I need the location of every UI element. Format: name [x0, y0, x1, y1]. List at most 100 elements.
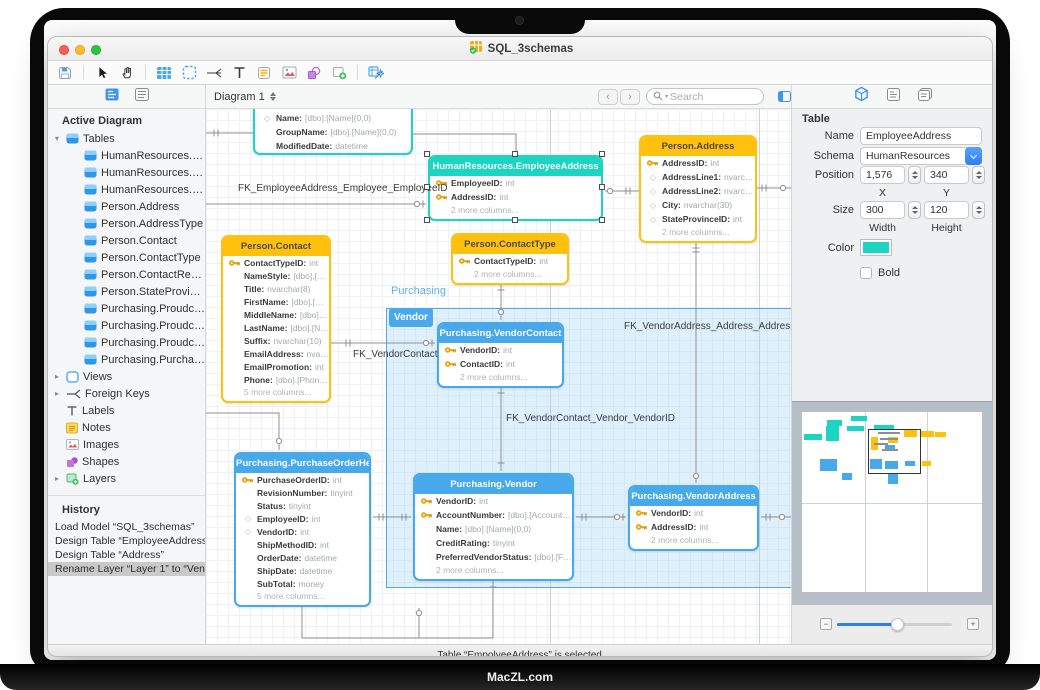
relation-tool-icon[interactable] — [205, 64, 223, 82]
entity-table-header[interactable]: Purchasing.VendorContact — [439, 324, 562, 343]
zoom-slider-knob[interactable] — [891, 618, 904, 631]
sidebar-item-table[interactable]: Person.ContactType — [48, 249, 205, 266]
entity-column[interactable]: OrderDate:datetime — [236, 551, 369, 564]
search-scope-chevron-icon[interactable]: ▾ — [665, 93, 668, 100]
sidebar-item-labels[interactable]: Labels — [48, 402, 205, 419]
size-height-input[interactable] — [924, 201, 969, 219]
fk-relationship-label[interactable]: FK_VendorAddress_Address_AddressID — [624, 321, 791, 332]
more-columns-label[interactable]: 2 more columns... — [630, 534, 757, 549]
entity-column[interactable]: EmailAddress:nvarchar(50) — [223, 347, 329, 360]
entity-table[interactable]: Purchasing.VendorAddressVendorID:intAddr… — [628, 485, 759, 551]
tab-document-inspector-icon[interactable] — [887, 88, 900, 106]
more-columns-label[interactable]: 2 more columns... — [453, 268, 567, 283]
entity-column[interactable]: GroupName:[dbo].[Name](0,0) — [255, 125, 411, 139]
sidebar-item-table[interactable]: Purchasing.ProudctVen... — [48, 317, 205, 334]
entity-column[interactable]: ◇EmployeeID:int — [236, 512, 369, 525]
sidebar-item-table[interactable]: Person.Address — [48, 198, 205, 215]
entity-column[interactable]: ShipDate:datetime — [236, 564, 369, 577]
disclosure-icon[interactable]: ▸ — [52, 372, 62, 381]
entity-column[interactable]: VendorID:int — [415, 494, 572, 508]
search-field[interactable]: ▾ — [646, 88, 764, 105]
entity-column[interactable]: AddressID:int — [641, 156, 755, 170]
more-columns-label[interactable]: 5 more columns... — [236, 590, 369, 605]
entity-column[interactable]: ContactID:int — [439, 357, 562, 371]
sidebar-item-layers[interactable]: ▸Layers — [48, 470, 205, 487]
position-y-stepper[interactable] — [972, 166, 985, 184]
sidebar-item-table[interactable]: HumanResources.Emplo... — [48, 164, 205, 181]
sidebar-item-table[interactable]: Person.Contact — [48, 232, 205, 249]
note-tool-icon[interactable] — [255, 64, 273, 82]
sidebar-item-tables[interactable]: ▾Tables — [48, 130, 205, 147]
minimap[interactable] — [792, 401, 993, 605]
nav-forward-button[interactable]: › — [620, 89, 640, 105]
fk-relationship-label[interactable]: FK_EmployeeAddress_Employee_EmployeeID — [238, 183, 448, 194]
position-x-stepper[interactable] — [908, 166, 921, 184]
generate-sql-icon[interactable] — [367, 64, 385, 82]
entity-column[interactable]: MiddleName:[dbo].[Name]... — [223, 308, 329, 321]
history-item[interactable]: Load Model “SQL_3schemas” — [48, 520, 205, 534]
marquee-select-icon[interactable] — [180, 64, 198, 82]
entity-column[interactable]: ContactTypeID:int — [223, 256, 329, 269]
entity-column[interactable]: ShipMethodID:int — [236, 538, 369, 551]
position-y-input[interactable] — [924, 166, 969, 184]
entity-table[interactable]: Purchasing.VendorVendorID:intAccountNumb… — [413, 473, 574, 581]
entity-table[interactable]: Person.ContactContactTypeID:intNameStyle… — [221, 235, 331, 403]
schema-dropdown-button[interactable] — [965, 147, 982, 165]
entity-table-header[interactable]: Person.Contact — [223, 237, 329, 256]
zoom-in-button[interactable]: + — [967, 618, 979, 630]
more-columns-label[interactable]: 2 more columns... — [415, 564, 572, 579]
entity-column[interactable]: ◇AddressLine1:nvarchar(... — [641, 170, 755, 184]
entity-column[interactable]: Title:nvarchar(8) — [223, 282, 329, 295]
entity-column[interactable]: ◇City:nvarchar(30) — [641, 198, 755, 212]
sidebar-item-shapes[interactable]: Shapes — [48, 453, 205, 470]
sidebar-item-table[interactable]: Person.StateProvince — [48, 283, 205, 300]
color-swatch[interactable] — [860, 239, 892, 256]
selection-handle[interactable] — [512, 217, 518, 223]
entity-column[interactable]: ContactTypeID:int — [453, 254, 567, 268]
entity-column[interactable]: NameStyle:[dbo].[NameSt... — [223, 269, 329, 282]
entity-table-header[interactable]: Purchasing.PurchaseOrderHeader — [236, 454, 369, 473]
entity-column[interactable]: PurchaseOrderID:int — [236, 473, 369, 486]
entity-table[interactable]: ◇Name:[dbo].[Name](0,0)GroupName:[dbo].[… — [253, 109, 413, 155]
nav-back-button[interactable]: ‹ — [598, 89, 618, 105]
entity-column[interactable]: Suffix:nvarchar(10) — [223, 334, 329, 347]
sidebar-item-table[interactable]: Purchasing.ProudctVen... — [48, 334, 205, 351]
selection-handle[interactable] — [424, 151, 430, 157]
new-table-icon[interactable] — [155, 64, 173, 82]
entity-table[interactable]: Person.ContactTypeContactTypeID:int2 mor… — [451, 233, 569, 285]
entity-column[interactable]: ◇AddressLine2:nvarchar(... — [641, 184, 755, 198]
disclosure-icon[interactable]: ▾ — [52, 134, 62, 143]
selection-handle[interactable] — [424, 217, 430, 223]
entity-table[interactable]: Purchasing.PurchaseOrderHeaderPurchaseOr… — [234, 452, 371, 607]
bold-checkbox[interactable] — [860, 267, 872, 279]
entity-column[interactable]: AddressID:int — [430, 190, 601, 204]
shape-tool-icon[interactable] — [305, 64, 323, 82]
entity-column[interactable]: Phone:[dbo].[Phone](0,0) — [223, 373, 329, 386]
entity-table[interactable]: HumanResources.EmployeeAddressEmployeeID… — [428, 155, 603, 221]
entity-table-header[interactable]: Person.Address — [641, 137, 755, 156]
entity-column[interactable]: RevisionNumber:tinyint — [236, 486, 369, 499]
fk-relationship-label[interactable]: FK_VendorContact_Vendor_VendorID — [506, 413, 675, 424]
tab-object-inspector-icon[interactable] — [854, 86, 869, 107]
history-item[interactable]: Rename Layer “Layer 1” to “Vendor” — [48, 562, 205, 576]
entity-table-header[interactable]: Purchasing.Vendor — [415, 475, 572, 494]
position-x-input[interactable] — [860, 166, 905, 184]
selection-handle[interactable] — [599, 217, 605, 223]
entity-column[interactable]: ◇VendorID:int — [236, 525, 369, 538]
sidebar-item-images[interactable]: Images — [48, 436, 205, 453]
selection-handle[interactable] — [424, 184, 430, 190]
tab-structure-view-icon[interactable] — [105, 88, 119, 106]
entity-table[interactable]: Purchasing.VendorContactVendorID:intCont… — [437, 322, 564, 388]
schema-select[interactable]: HumanResources — [860, 147, 982, 165]
zoom-out-button[interactable]: − — [820, 618, 832, 630]
entity-column[interactable]: Name:[dbo].[Name](0,0) — [415, 522, 572, 536]
tab-layers-inspector-icon[interactable] — [918, 88, 932, 106]
entity-column[interactable]: FirstName:[dbo].[Name](0... — [223, 295, 329, 308]
entity-table[interactable]: Person.AddressAddressID:int◇AddressLine1… — [639, 135, 757, 243]
minimap-viewport[interactable] — [868, 429, 921, 474]
fk-relationship-label[interactable]: FK_VendorContact — [353, 349, 438, 360]
table-name-input[interactable] — [860, 127, 982, 145]
sidebar-item-table[interactable]: Purchasing.ProudctVen... — [48, 300, 205, 317]
entity-column[interactable]: LastName:[dbo].[Name](0... — [223, 321, 329, 334]
sidebar-item-table[interactable]: Person.ContactRegion — [48, 266, 205, 283]
